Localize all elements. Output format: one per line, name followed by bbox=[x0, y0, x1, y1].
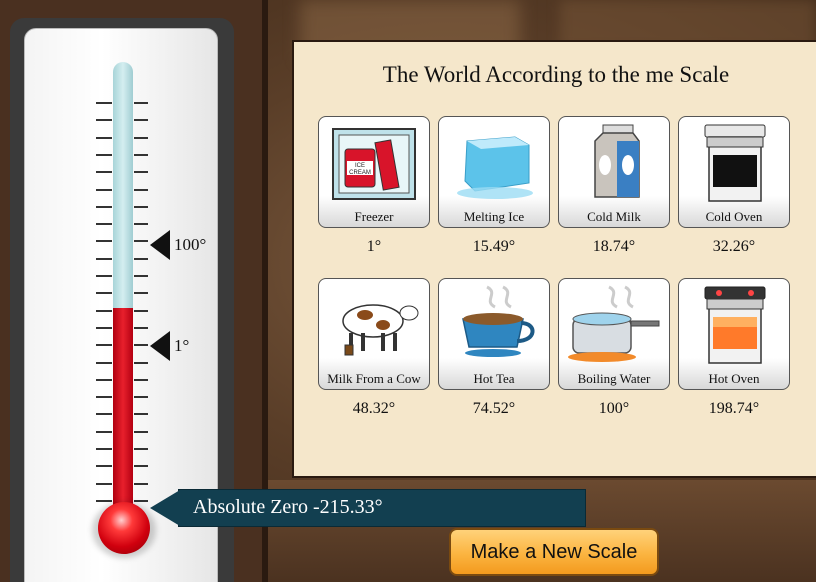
thermometer-bulb bbox=[98, 502, 150, 554]
scale-panel: The World According to the me Scale ICE … bbox=[292, 40, 816, 478]
item-milk-from-cow[interactable]: Milk From a Cow bbox=[318, 278, 430, 390]
make-new-scale-button[interactable]: Make a New Scale bbox=[449, 528, 659, 576]
thermometer-mercury bbox=[113, 308, 133, 522]
scale-tick bbox=[134, 205, 148, 208]
item-temp: 32.26° bbox=[712, 238, 756, 255]
scale-tick bbox=[96, 257, 112, 260]
scale-tick bbox=[134, 275, 148, 277]
scale-tick bbox=[134, 396, 148, 399]
item-label: Milk From a Cow bbox=[327, 371, 421, 386]
svg-text:ICE: ICE bbox=[355, 163, 365, 169]
scale-tick bbox=[134, 153, 148, 156]
item-cold-oven[interactable]: Cold Oven bbox=[678, 116, 790, 228]
scale-tick bbox=[134, 344, 148, 347]
scale-tick bbox=[134, 171, 148, 174]
oven-hot-icon bbox=[704, 286, 766, 364]
item-hot-tea[interactable]: Hot Tea bbox=[438, 278, 550, 390]
scale-tick bbox=[96, 309, 112, 312]
scale-tick bbox=[134, 448, 148, 450]
scale-tick bbox=[96, 205, 112, 208]
item-temp: 1° bbox=[366, 238, 382, 255]
scale-tick bbox=[96, 344, 112, 347]
item-melting-ice[interactable]: Melting Ice bbox=[438, 116, 550, 228]
svg-text:CREAM: CREAM bbox=[349, 170, 371, 176]
scale-tick bbox=[134, 499, 148, 502]
absolute-zero-label: Absolute Zero -215.33° bbox=[193, 496, 383, 518]
scale-tick bbox=[134, 102, 148, 104]
scale-tick bbox=[96, 499, 112, 502]
scale-tick bbox=[134, 136, 148, 139]
scale-tick bbox=[134, 378, 148, 381]
oven-cold-icon bbox=[704, 124, 766, 202]
scale-tick bbox=[96, 136, 112, 139]
scale-tick bbox=[134, 257, 148, 260]
milk-carton-icon bbox=[594, 124, 640, 198]
scale-tick bbox=[96, 153, 112, 156]
boiling-pot-icon bbox=[568, 285, 660, 362]
item-label: Hot Tea bbox=[473, 371, 515, 386]
item-temp: 74.52° bbox=[472, 400, 516, 417]
panel-title: The World According to the me Scale bbox=[382, 62, 730, 87]
scale-tick bbox=[96, 102, 112, 104]
marker-low-label: 1° bbox=[174, 336, 190, 355]
scale-tick bbox=[134, 326, 148, 329]
item-label: Boiling Water bbox=[577, 371, 651, 386]
scale-tick bbox=[96, 188, 112, 191]
item-label: Hot Oven bbox=[708, 371, 760, 386]
absolute-zero-pointer bbox=[150, 490, 180, 526]
item-boiling-water[interactable]: Boiling Water bbox=[558, 278, 670, 390]
scale-tick bbox=[96, 275, 112, 277]
freezer-icon: ICE CREAM bbox=[332, 128, 416, 200]
item-cold-milk[interactable]: Cold Milk bbox=[558, 116, 670, 228]
scale-tick bbox=[134, 465, 148, 468]
scale-tick bbox=[134, 119, 148, 122]
scale-tick bbox=[96, 430, 112, 433]
scale-tick bbox=[96, 119, 112, 122]
scale-tick bbox=[134, 361, 148, 364]
scale-tick bbox=[96, 482, 112, 485]
scale-tick bbox=[96, 465, 112, 468]
marker-high-arrow[interactable] bbox=[150, 230, 170, 260]
scale-tick bbox=[96, 171, 112, 174]
marker-high-label: 100° bbox=[174, 235, 207, 254]
scale-tick bbox=[96, 292, 112, 295]
item-temp: 18.74° bbox=[592, 238, 636, 255]
item-label: Cold Milk bbox=[587, 209, 641, 224]
marker-low-arrow[interactable] bbox=[150, 331, 170, 361]
scale-tick bbox=[134, 188, 148, 191]
item-hot-oven[interactable]: Hot Oven bbox=[678, 278, 790, 390]
item-temp: 15.49° bbox=[472, 238, 516, 255]
tea-cup-icon bbox=[462, 285, 535, 357]
scale-tick bbox=[134, 292, 148, 295]
cow-icon bbox=[342, 304, 419, 356]
scale-tick bbox=[96, 378, 112, 381]
scale-tick bbox=[96, 240, 112, 243]
scale-tick bbox=[96, 448, 112, 450]
scale-tick bbox=[134, 240, 148, 243]
scale-tick bbox=[96, 223, 112, 226]
item-freezer[interactable]: ICE CREAM Freezer bbox=[318, 116, 430, 228]
scale-tick bbox=[96, 326, 112, 329]
scale-tick bbox=[96, 396, 112, 399]
scale-tick bbox=[96, 361, 112, 364]
item-label: Freezer bbox=[354, 209, 394, 224]
ice-icon bbox=[457, 136, 533, 199]
scale-tick bbox=[134, 413, 148, 416]
item-temp: 198.74° bbox=[708, 400, 760, 417]
item-temp: 100° bbox=[598, 400, 630, 417]
item-label: Cold Oven bbox=[705, 209, 763, 224]
item-temp: 48.32° bbox=[352, 400, 396, 417]
scale-tick bbox=[134, 430, 148, 433]
scale-tick bbox=[134, 482, 148, 485]
scale-tick bbox=[134, 309, 148, 312]
scale-tick bbox=[134, 223, 148, 226]
scale-tick bbox=[96, 413, 112, 416]
item-label: Melting Ice bbox=[463, 209, 525, 224]
